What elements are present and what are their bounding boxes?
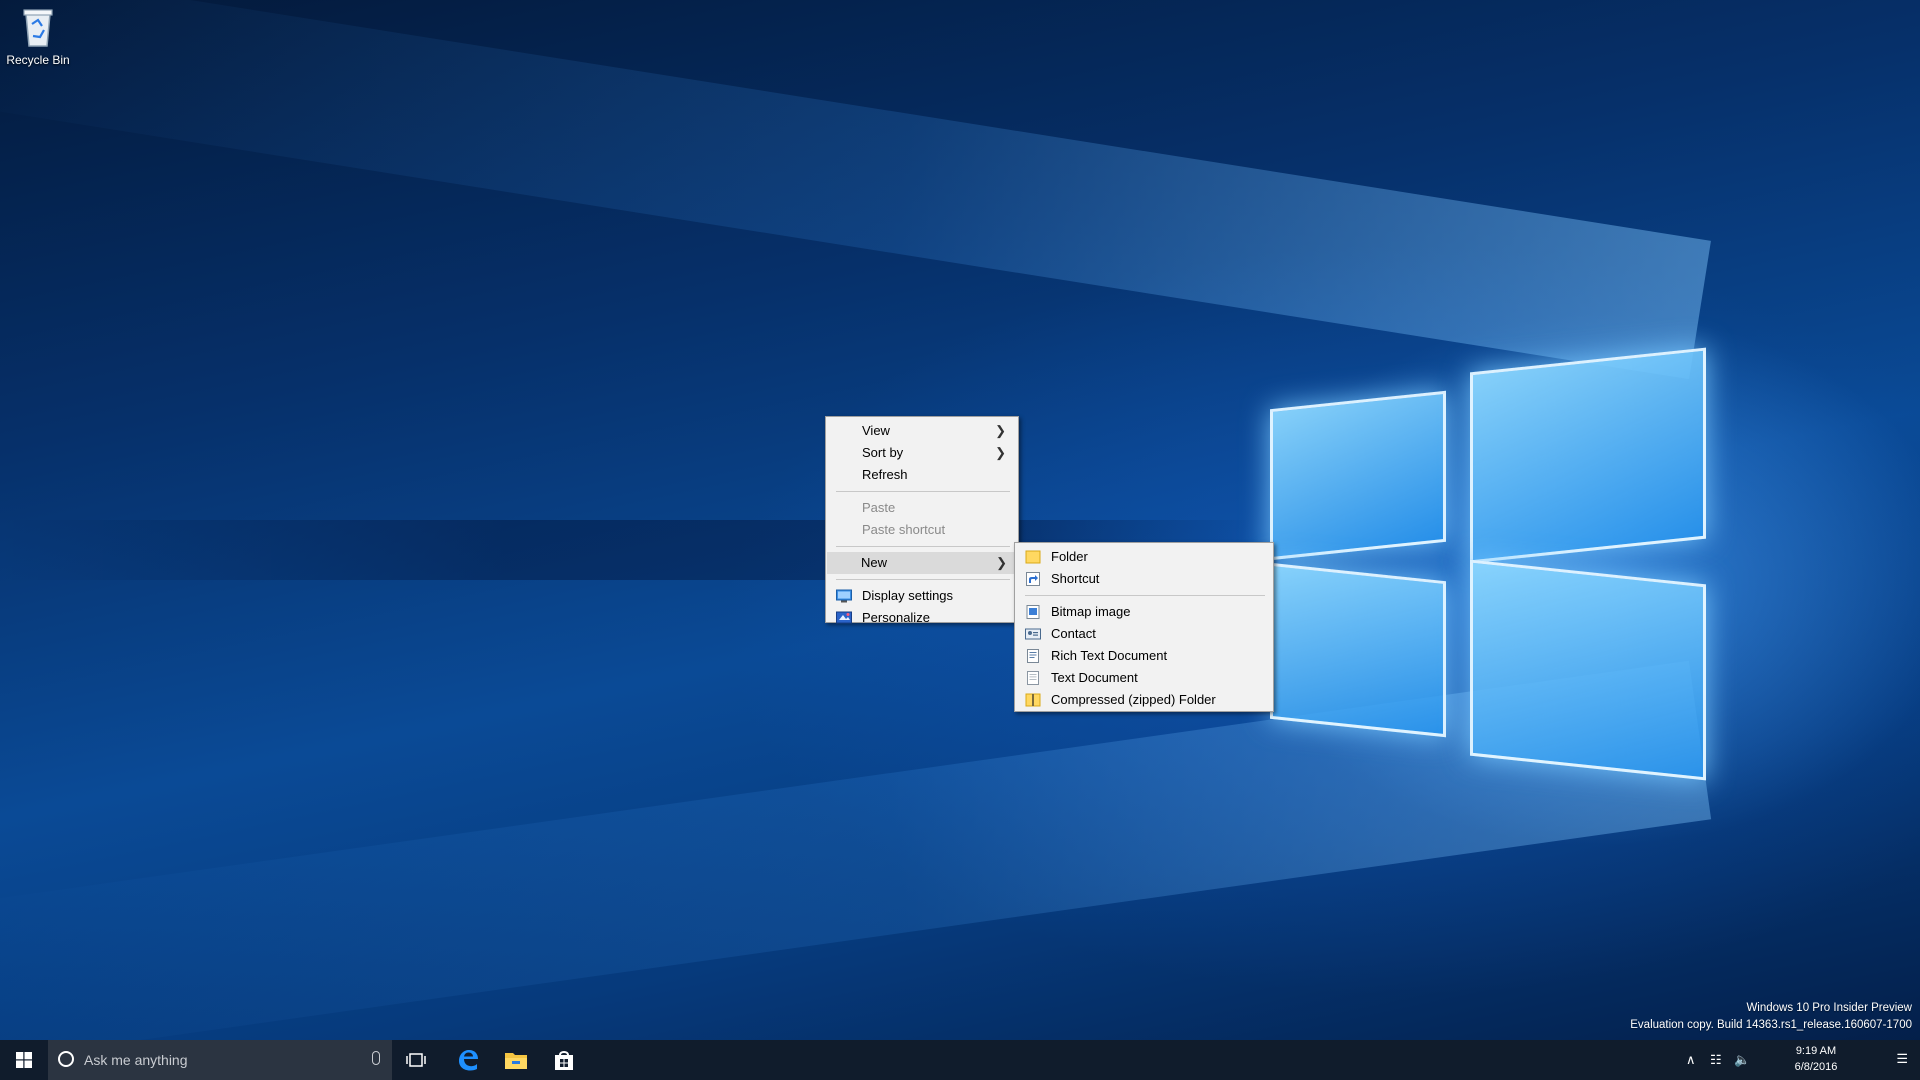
show-hidden-icons-chevron-icon[interactable]: ∧ <box>1686 1052 1696 1068</box>
menu-item-label: View <box>862 423 890 438</box>
watermark-build: Evaluation copy. Build 14363.rs1_release… <box>1630 1019 1912 1031</box>
desktop-icon-label: Recycle Bin <box>6 53 70 67</box>
menu-item-new[interactable]: New ❯ <box>827 552 1017 574</box>
chevron-right-icon: ❯ <box>996 555 1007 570</box>
cortana-search-box[interactable]: Ask me anything <box>48 1040 392 1080</box>
rich-text-document-icon <box>1027 649 1039 663</box>
menu-item-label: Compressed (zipped) Folder <box>1051 692 1216 707</box>
shortcut-icon <box>1026 572 1040 586</box>
menu-separator <box>836 491 1010 492</box>
personalize-icon <box>836 611 852 624</box>
wallpaper-light-beam-top <box>0 0 1711 380</box>
taskbar: Ask me anything ∧ ☷ 🔈 9:19 AM 6/8/2016 ☰ <box>0 1040 1920 1080</box>
clock-date: 6/8/2016 <box>1794 1061 1838 1073</box>
desktop-icon-recycle-bin[interactable]: Recycle Bin <box>4 6 72 67</box>
store-icon <box>555 1051 573 1070</box>
display-settings-icon <box>836 589 852 603</box>
menu-item-view[interactable]: View ❯ <box>828 420 1016 442</box>
wallpaper-light-beam-bottom <box>0 660 1712 1070</box>
menu-separator <box>836 546 1010 547</box>
menu-item-label: New <box>861 555 888 570</box>
menu-item-label: Shortcut <box>1051 571 1100 586</box>
search-placeholder: Ask me anything <box>84 1052 188 1068</box>
menu-item-refresh[interactable]: Refresh <box>828 464 1016 486</box>
task-view-icon <box>406 1053 426 1067</box>
submenu-item-bitmap-image[interactable]: Bitmap image <box>1017 601 1271 623</box>
build-watermark: Windows 10 Pro Insider Preview Evaluatio… <box>1630 1000 1912 1034</box>
recycle-bin-icon <box>23 9 53 47</box>
taskbar-file-explorer-button[interactable] <box>492 1040 540 1080</box>
system-tray: ∧ ☷ 🔈 9:19 AM 6/8/2016 ☰ <box>1660 1040 1920 1080</box>
windows-start-icon <box>16 1052 32 1068</box>
submenu-item-rich-text-document[interactable]: Rich Text Document <box>1017 645 1271 667</box>
menu-item-label: Paste shortcut <box>862 522 946 537</box>
windows-logo-wallpaper <box>1260 340 1710 790</box>
watermark-edition: Windows 10 Pro Insider Preview <box>1746 1002 1912 1014</box>
zipped-folder-icon <box>1025 693 1041 707</box>
taskbar-edge-button[interactable] <box>444 1040 492 1080</box>
new-submenu: Folder Shortcut Bitmap image Contact Ric… <box>1014 542 1274 712</box>
edge-icon <box>459 1050 478 1071</box>
menu-item-label: Sort by <box>862 445 904 460</box>
menu-item-display-settings[interactable]: Display settings <box>828 585 1016 607</box>
cortana-icon <box>58 1051 74 1067</box>
menu-item-label: Folder <box>1051 549 1088 564</box>
start-button[interactable] <box>0 1040 48 1080</box>
menu-item-paste-shortcut: Paste shortcut <box>828 519 1016 541</box>
submenu-item-compressed-folder[interactable]: Compressed (zipped) Folder <box>1017 689 1271 711</box>
desktop-context-menu: View ❯ Sort by ❯ Refresh Paste Paste sho… <box>825 416 1019 625</box>
menu-item-label: Bitmap image <box>1051 604 1131 619</box>
menu-item-label: Paste <box>862 500 896 515</box>
menu-item-label: Text Document <box>1051 670 1138 685</box>
volume-icon[interactable]: 🔈 <box>1734 1052 1750 1068</box>
folder-icon <box>1025 550 1041 564</box>
menu-separator <box>836 579 1010 580</box>
submenu-item-shortcut[interactable]: Shortcut <box>1017 568 1271 590</box>
menu-separator <box>1025 595 1265 596</box>
menu-item-paste: Paste <box>828 497 1016 519</box>
menu-item-personalize[interactable]: Personalize <box>828 607 1016 629</box>
task-view-button[interactable] <box>392 1040 440 1080</box>
bitmap-image-icon <box>1026 605 1040 619</box>
text-document-icon <box>1027 671 1039 685</box>
menu-item-label: Contact <box>1051 626 1096 641</box>
clock-time: 9:19 AM <box>1795 1045 1837 1057</box>
taskbar-store-button[interactable] <box>540 1040 588 1080</box>
chevron-right-icon: ❯ <box>995 423 1006 438</box>
submenu-item-contact[interactable]: Contact <box>1017 623 1271 645</box>
menu-item-sort-by[interactable]: Sort by ❯ <box>828 442 1016 464</box>
microphone-icon[interactable] <box>372 1051 380 1065</box>
taskbar-clock[interactable]: 9:19 AM 6/8/2016 <box>1776 1043 1856 1075</box>
menu-item-label: Display settings <box>862 588 954 603</box>
submenu-item-text-document[interactable]: Text Document <box>1017 667 1271 689</box>
action-center-icon[interactable]: ☰ <box>1896 1051 1908 1067</box>
file-explorer-icon <box>505 1053 527 1069</box>
contact-icon <box>1025 628 1041 640</box>
chevron-right-icon: ❯ <box>995 445 1006 460</box>
submenu-item-folder[interactable]: Folder <box>1017 546 1271 568</box>
menu-item-label: Refresh <box>862 467 908 482</box>
menu-item-label: Personalize <box>862 610 930 625</box>
menu-item-label: Rich Text Document <box>1051 648 1168 663</box>
network-icon[interactable]: ☷ <box>1710 1052 1722 1068</box>
